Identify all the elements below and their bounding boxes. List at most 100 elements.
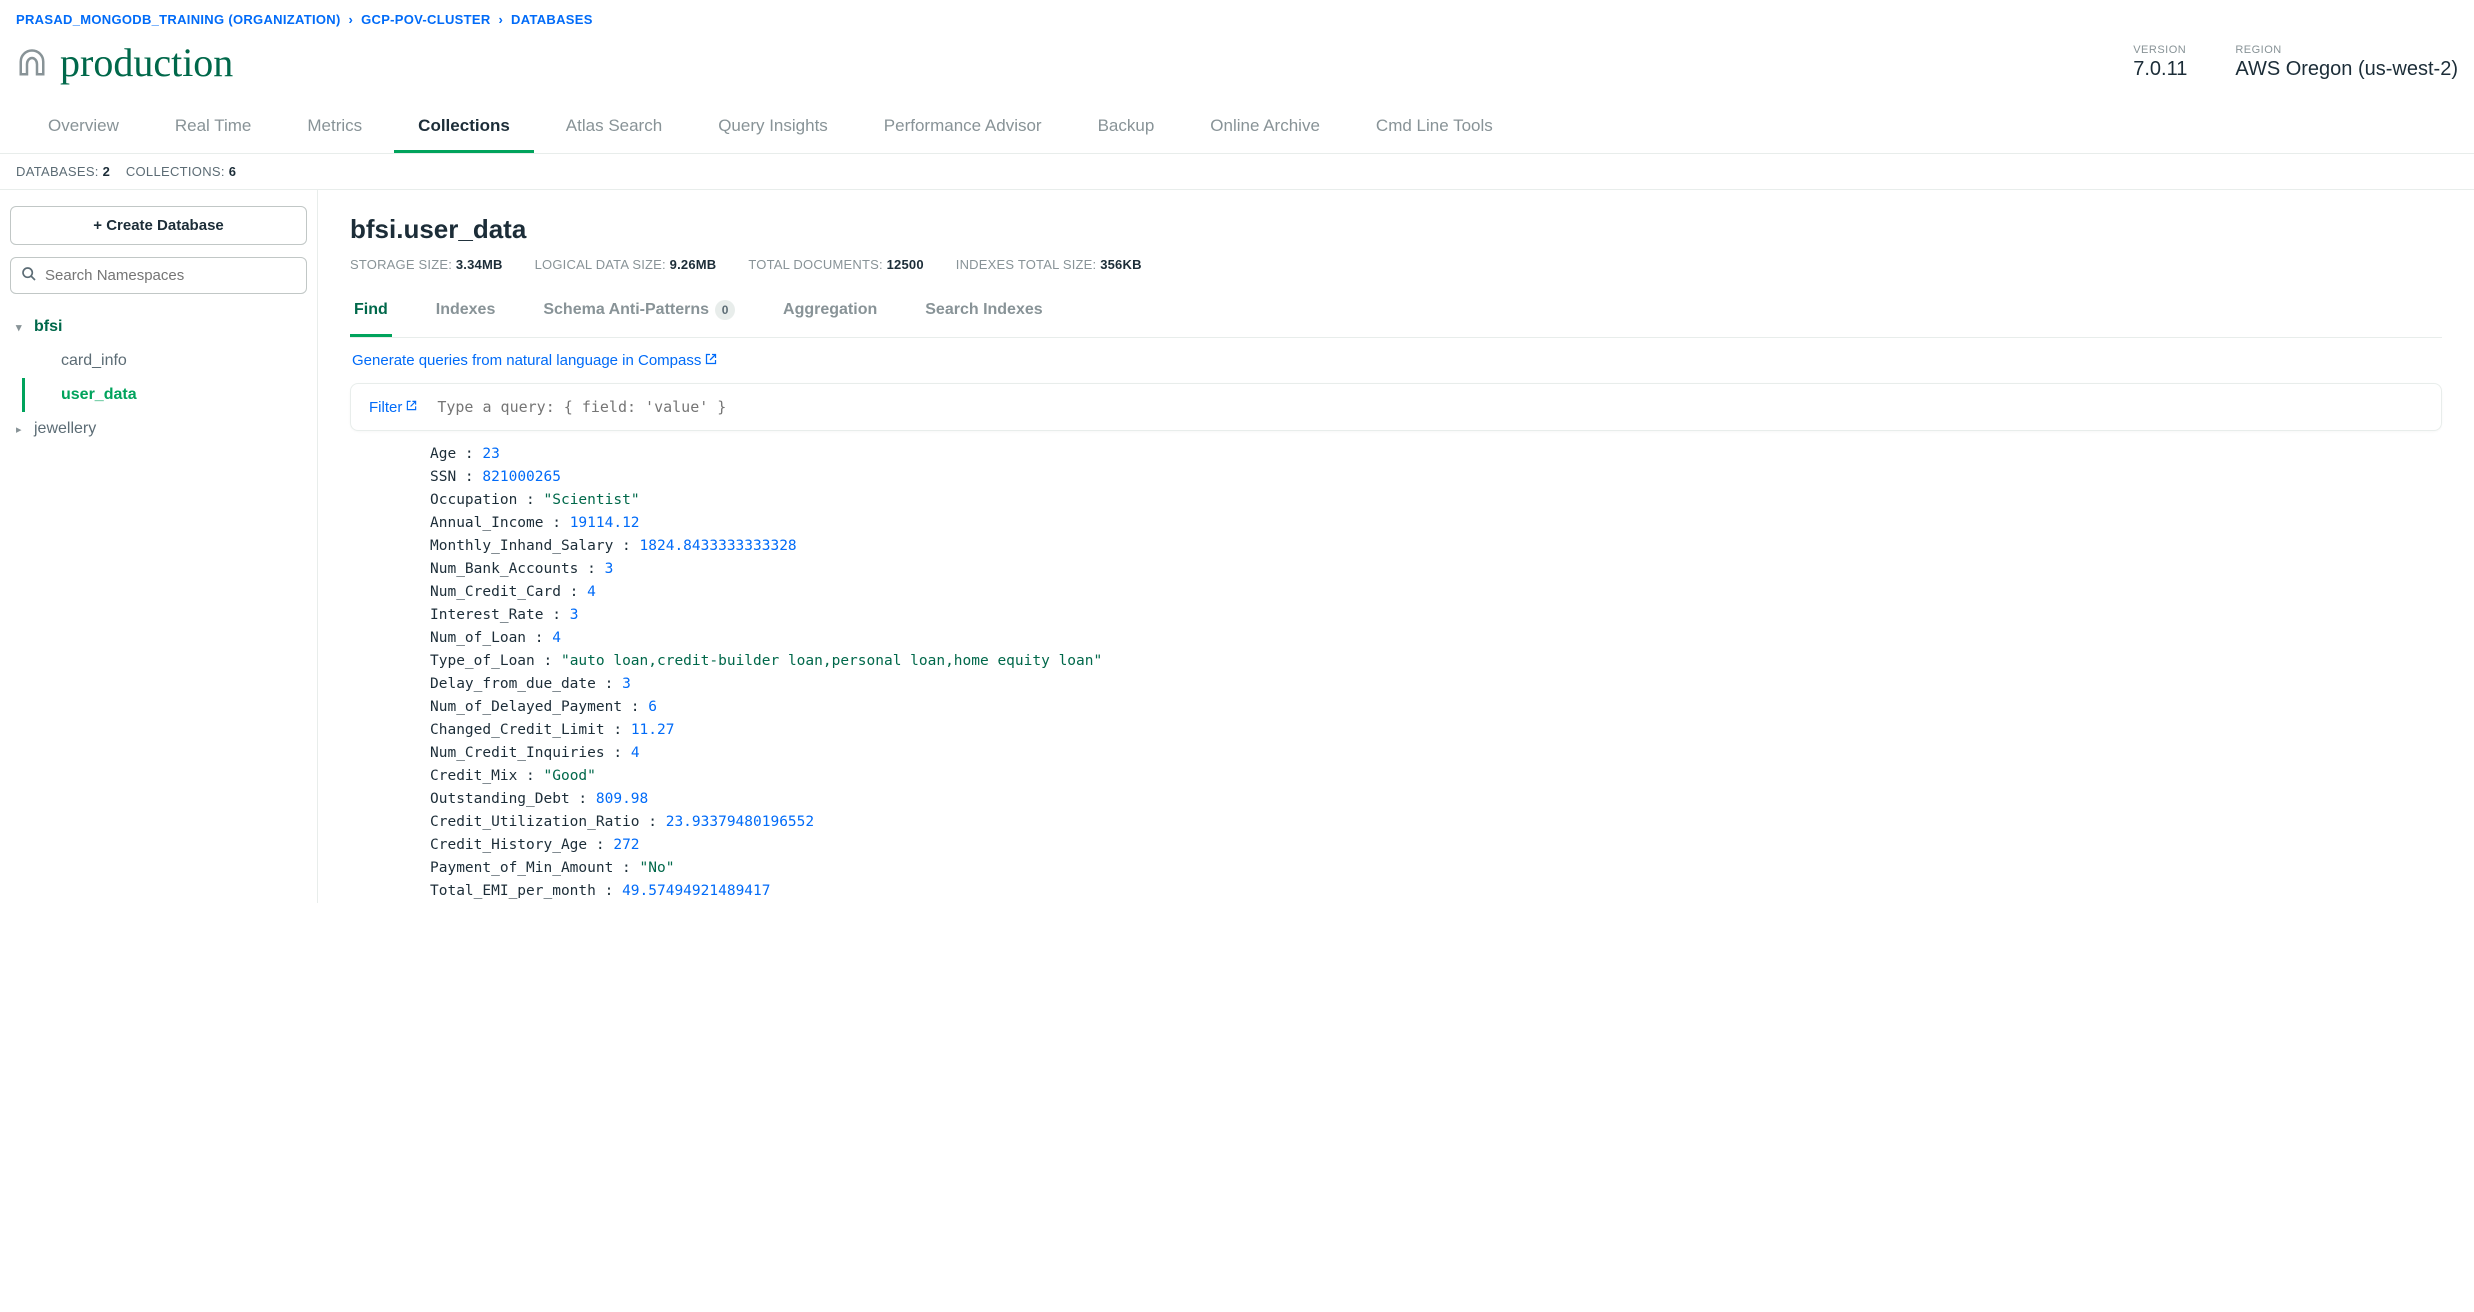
breadcrumb-sep: ›: [494, 12, 507, 27]
doc-key: Num_Bank_Accounts: [430, 561, 578, 577]
database-item-jewellery[interactable]: ▸jewellery: [10, 412, 307, 446]
caret-down-icon: ▾: [16, 321, 28, 334]
doc-key: Annual_Income: [430, 515, 544, 531]
database-list: ▾ bfsi card_infouser_data▸jewellery: [10, 310, 307, 446]
subtab-find[interactable]: Find: [350, 290, 392, 337]
subtab-schema-anti-patterns[interactable]: Schema Anti-Patterns0: [539, 290, 739, 337]
doc-value: 4: [631, 745, 640, 761]
doc-key: Outstanding_Debt: [430, 791, 570, 807]
tab-online-archive[interactable]: Online Archive: [1186, 102, 1344, 153]
subtab-label: Schema Anti-Patterns: [543, 301, 709, 319]
doc-value: "No": [640, 860, 675, 876]
tab-real-time[interactable]: Real Time: [151, 102, 276, 153]
doc-field-outstanding_debt: Outstanding_Debt : 809.98: [430, 788, 2442, 811]
doc-value: 4: [587, 584, 596, 600]
search-namespaces-wrap[interactable]: [10, 257, 307, 294]
search-icon: [21, 266, 37, 285]
doc-value: 6: [648, 699, 657, 715]
tab-collections[interactable]: Collections: [394, 102, 534, 153]
search-namespaces-input[interactable]: [45, 267, 296, 284]
colon: :: [570, 791, 596, 807]
doc-key: Total_EMI_per_month: [430, 883, 596, 899]
doc-field-type_of_loan: Type_of_Loan : "auto loan,credit-builder…: [430, 650, 2442, 673]
create-database-button[interactable]: + Create Database: [10, 206, 307, 245]
doc-key: Changed_Credit_Limit: [430, 722, 605, 738]
doc-field-occupation: Occupation : "Scientist": [430, 489, 2442, 512]
breadcrumb-section[interactable]: DATABASES: [511, 12, 593, 27]
tab-overview[interactable]: Overview: [24, 102, 143, 153]
main-tabs: OverviewReal TimeMetricsCollectionsAtlas…: [0, 102, 2474, 154]
doc-field-credit_utilization_ratio: Credit_Utilization_Ratio : 23.9337948019…: [430, 811, 2442, 834]
doc-key: SSN: [430, 469, 456, 485]
region-meta: REGION AWS Oregon (us-west-2): [2235, 44, 2458, 81]
doc-field-payment_of_min_amount: Payment_of_Min_Amount : "No": [430, 857, 2442, 880]
colon: :: [456, 446, 482, 462]
subtab-aggregation[interactable]: Aggregation: [779, 290, 881, 337]
caret-right-icon: ▸: [16, 423, 28, 436]
tab-query-insights[interactable]: Query Insights: [694, 102, 852, 153]
header-meta: VERSION 7.0.11 REGION AWS Oregon (us-wes…: [2133, 44, 2458, 81]
doc-value: 19114.12: [570, 515, 640, 531]
colon: :: [561, 584, 587, 600]
sidebar: + Create Database ▾ bfsi card_infouser_dat…: [0, 190, 318, 903]
collection-item-user_data[interactable]: user_data: [22, 378, 307, 412]
compass-link[interactable]: Generate queries from natural language i…: [350, 338, 2442, 383]
breadcrumb: PRASAD_MONGODB_TRAINING (ORGANIZATION) ›…: [0, 0, 2474, 35]
doc-value: 3: [570, 607, 579, 623]
doc-field-num_of_delayed_payment: Num_of_Delayed_Payment : 6: [430, 696, 2442, 719]
doc-key: Credit_History_Age: [430, 837, 587, 853]
colon: :: [605, 722, 631, 738]
plus-icon: +: [93, 217, 102, 234]
colon: :: [587, 837, 613, 853]
compass-link-text: Generate queries from natural language i…: [352, 352, 701, 369]
colon: :: [605, 745, 631, 761]
colon: :: [596, 883, 622, 899]
colon: :: [596, 676, 622, 692]
doc-value: 49.57494921489417: [622, 883, 770, 899]
page-title: production: [60, 39, 233, 86]
doc-value: 4: [552, 630, 561, 646]
breadcrumb-org[interactable]: PRASAD_MONGODB_TRAINING (ORGANIZATION): [16, 12, 341, 27]
filter-query-input[interactable]: [437, 398, 2423, 416]
doc-field-ssn: SSN : 821000265: [430, 466, 2442, 489]
database-name: bfsi: [34, 318, 62, 336]
tab-metrics[interactable]: Metrics: [283, 102, 386, 153]
collection-stats: STORAGE SIZE: 3.34MB LOGICAL DATA SIZE: …: [350, 257, 2442, 272]
idx-stat: INDEXES TOTAL SIZE: 356KB: [956, 257, 1142, 272]
breadcrumb-cluster[interactable]: GCP-POV-CLUSTER: [361, 12, 490, 27]
tab-performance-advisor[interactable]: Performance Advisor: [860, 102, 1066, 153]
doc-field-interest_rate: Interest_Rate : 3: [430, 604, 2442, 627]
filter-label-text: Filter: [369, 399, 402, 416]
db-count: 2: [103, 164, 111, 179]
subtab-indexes[interactable]: Indexes: [432, 290, 500, 337]
subtab-search-indexes[interactable]: Search Indexes: [921, 290, 1046, 337]
doc-value: 1824.8433333333328: [640, 538, 797, 554]
colon: :: [640, 814, 666, 830]
doc-key: Credit_Utilization_Ratio: [430, 814, 640, 830]
doc-key: Occupation: [430, 492, 517, 508]
doc-field-num_of_loan: Num_of_Loan : 4: [430, 627, 2442, 650]
database-item-bfsi[interactable]: ▾ bfsi: [10, 310, 307, 344]
doc-value: 3: [622, 676, 631, 692]
external-link-icon: [705, 353, 717, 368]
doc-value: 821000265: [482, 469, 561, 485]
version-label: VERSION: [2133, 44, 2187, 56]
doc-key: Num_of_Loan: [430, 630, 526, 646]
tab-cmd-line-tools[interactable]: Cmd Line Tools: [1352, 102, 1517, 153]
doc-key: Num_of_Delayed_Payment: [430, 699, 622, 715]
colon: :: [526, 630, 552, 646]
db-count-label: DATABASES:: [16, 164, 99, 179]
version-meta: VERSION 7.0.11: [2133, 44, 2187, 81]
tab-atlas-search[interactable]: Atlas Search: [542, 102, 686, 153]
tab-backup[interactable]: Backup: [1074, 102, 1179, 153]
doc-key: Num_Credit_Inquiries: [430, 745, 605, 761]
document-viewer[interactable]: Age : 23SSN : 821000265Occupation : "Sci…: [350, 443, 2442, 903]
subtab-label: Find: [354, 301, 388, 319]
doc-value: "auto loan,credit-builder loan,personal …: [561, 653, 1102, 669]
doc-field-num_credit_card: Num_Credit_Card : 4: [430, 581, 2442, 604]
collection-item-card_info[interactable]: card_info: [22, 344, 307, 378]
doc-field-credit_mix: Credit_Mix : "Good": [430, 765, 2442, 788]
storage-stat: STORAGE SIZE: 3.34MB: [350, 257, 503, 272]
version-value: 7.0.11: [2133, 58, 2187, 81]
filter-label[interactable]: Filter: [369, 399, 417, 416]
